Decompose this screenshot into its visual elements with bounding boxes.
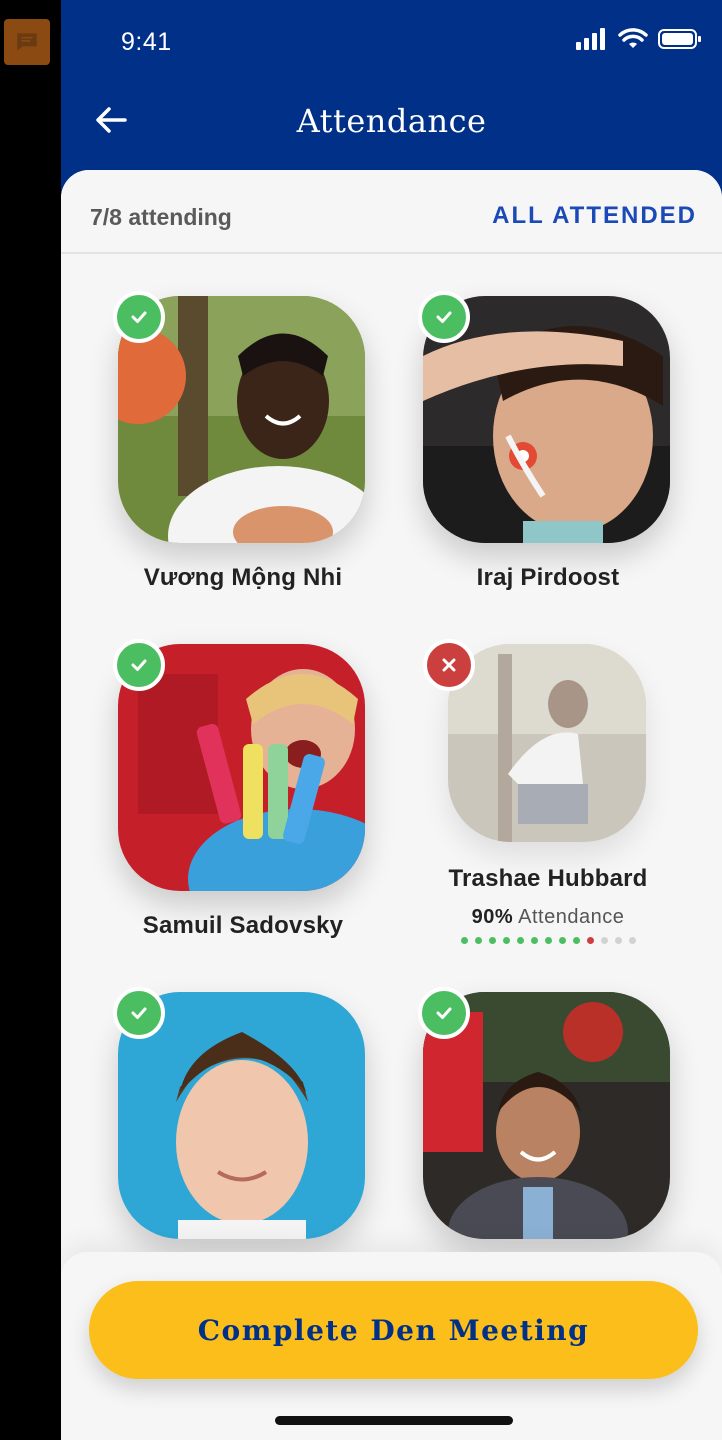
attendance-dot-present xyxy=(530,937,538,944)
attendance-dot-present xyxy=(516,937,524,944)
attendance-dot-present xyxy=(460,937,468,944)
battery-icon xyxy=(658,29,701,49)
attendance-dot-present xyxy=(502,937,510,944)
all-attended-button[interactable]: ALL ATTENDED xyxy=(492,202,697,230)
attendance-dot-present xyxy=(572,937,580,944)
scout-card[interactable]: Vương Mộng Nhi xyxy=(113,291,368,596)
scout-card[interactable] xyxy=(418,987,673,1252)
status-time: 9:41 xyxy=(121,28,172,56)
attendance-dot-present xyxy=(488,937,496,944)
scout-photo xyxy=(448,644,646,842)
present-check-badge xyxy=(113,291,165,343)
status-icons xyxy=(576,28,702,50)
check-icon xyxy=(436,311,452,323)
attendance-label: Attendance xyxy=(518,906,625,928)
page-title: Attendance xyxy=(296,102,487,140)
attendance-sheet: 7/8 attending ALL ATTENDED Vương Mộng Nh… xyxy=(61,170,722,1440)
left-strip xyxy=(0,0,61,1440)
scout-name: Samuil Sadovsky xyxy=(142,912,344,939)
scout-card[interactable]: Iraj Pirdoost xyxy=(418,291,673,596)
scout-card[interactable] xyxy=(113,987,368,1252)
attendance-history-dots xyxy=(423,937,673,944)
close-icon xyxy=(442,658,456,672)
attendance-percent: 90% xyxy=(471,906,514,928)
attendance-dot-none xyxy=(600,937,608,944)
scout-card[interactable]: Trashae Hubbard 90% Attendance xyxy=(423,639,673,964)
chat-icon[interactable] xyxy=(4,19,50,65)
attendance-dot-present xyxy=(544,937,552,944)
phone-screen: 9:41 Attendance 7/8 attending ALL ATTEND… xyxy=(61,0,722,1440)
attendance-dot-none xyxy=(614,937,622,944)
status-bar: 9:41 xyxy=(61,0,722,88)
attendance-dot-absent xyxy=(586,937,594,944)
scout-name: Trashae Hubbard xyxy=(448,865,648,892)
check-icon xyxy=(131,1007,147,1019)
attendance-dot-present xyxy=(558,937,566,944)
footer-bar: Complete Den Meeting xyxy=(61,1252,722,1440)
nav-bar: Attendance xyxy=(61,88,722,158)
attendance-rate: 90% Attendance xyxy=(423,906,673,929)
attendance-dot-none xyxy=(628,937,636,944)
scout-name: Vương Mộng Nhi xyxy=(143,564,343,591)
signal-icon xyxy=(576,28,605,50)
present-check-badge xyxy=(418,987,470,1039)
present-check-badge xyxy=(113,639,165,691)
check-icon xyxy=(131,659,147,671)
wifi-icon xyxy=(618,28,648,48)
scout-card[interactable]: Samuil Sadovsky xyxy=(113,639,368,944)
attendance-dot-present xyxy=(474,937,482,944)
absent-x-badge xyxy=(423,639,475,691)
check-icon xyxy=(436,1007,452,1019)
check-icon xyxy=(131,311,147,323)
home-indicator xyxy=(275,1416,513,1425)
present-check-badge xyxy=(113,987,165,1039)
present-check-badge xyxy=(418,291,470,343)
scout-name: Iraj Pirdoost xyxy=(476,564,620,591)
attending-count: 7/8 attending xyxy=(90,204,232,230)
attendance-header: 7/8 attending ALL ATTENDED xyxy=(61,170,722,254)
complete-den-meeting-button[interactable]: Complete Den Meeting xyxy=(89,1281,698,1379)
